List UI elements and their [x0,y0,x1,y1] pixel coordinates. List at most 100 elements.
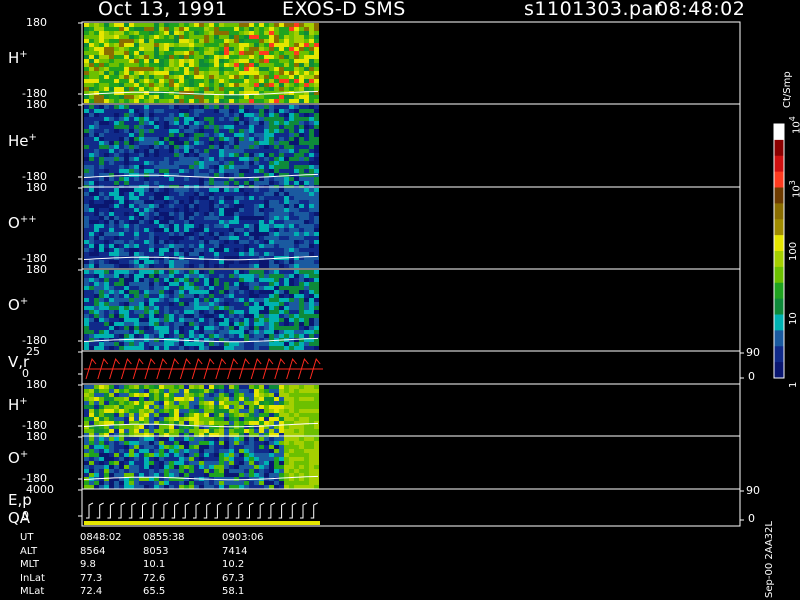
spectrogram-cell [204,43,209,47]
spectrogram-cell [94,314,99,318]
spectrogram-cell [259,286,264,290]
spectrogram-cell [169,389,174,393]
spectrogram-cell [119,105,124,109]
spectrogram-cell [314,47,319,51]
spectrogram-cell [304,47,309,51]
spectrogram-cell [89,437,94,441]
spectrogram-cell [214,63,219,67]
spectrogram-cell [99,133,104,137]
spectrogram-cell [239,39,244,43]
spectrogram-cell [84,63,89,67]
spectrogram-cell [294,220,299,224]
spectrogram-cell [194,169,199,173]
spectrogram-cell [269,270,274,274]
spectrogram-cell [89,330,94,334]
spectrogram-cell [254,473,259,477]
spectrogram-cell [124,389,129,393]
spectrogram-cell [169,330,174,334]
spectrogram-cell [84,173,89,177]
spectrogram-cell [214,157,219,161]
spectrogram-cell [204,31,209,35]
spectrogram-cell [249,204,254,208]
spectrogram-cell [209,95,214,99]
spectrogram-cell [194,188,199,192]
spectrogram-cell [189,67,194,71]
spectrogram-cell [244,47,249,51]
spectrogram-cell [279,461,284,465]
spectrogram-cell [254,397,259,401]
spectrogram-cell [299,137,304,141]
spectrogram-cell [84,145,89,149]
spectrogram-cell [179,208,184,212]
spectrogram-cell [99,318,104,322]
spectrogram-cell [229,477,234,481]
spectrogram-cell [84,137,89,141]
spectrogram-cell [119,405,124,409]
spectrogram-cell [304,429,309,433]
spectrogram-cell [244,95,249,99]
spectrogram-cell [129,401,134,405]
spectrogram-cell [244,31,249,35]
spectrogram-cell [249,248,254,252]
spectrogram-cell [234,473,239,477]
spectrogram-cell [129,318,134,322]
spectrogram-cell [159,161,164,165]
spectrogram-cell [99,270,104,274]
spectrogram-cell [119,393,124,397]
spectrogram-cell [209,232,214,236]
spectrogram-cell [224,385,229,389]
spectrogram-cell [239,59,244,63]
spectrogram-cell [169,55,174,59]
spectrogram-cell [249,125,254,129]
spectrogram-cell [299,39,304,43]
spectrogram-cell [189,461,194,465]
spectrogram-cell [239,117,244,121]
spectrogram-cell [109,188,114,192]
spectrogram-cell [84,39,89,43]
spectrogram-cell [154,220,159,224]
spectrogram-cell [144,27,149,31]
spectrogram-cell [159,405,164,409]
spectrogram-cell [244,469,249,473]
spectrogram-cell [199,441,204,445]
spectrogram-cell [154,141,159,145]
spectrogram-cell [254,59,259,63]
spectrogram-cell [159,71,164,75]
spectrogram-cell [279,157,284,161]
spectrogram-cell [164,200,169,204]
spectrogram-cell [104,409,109,413]
spectrogram-cell [124,51,129,55]
spectrogram-cell [194,413,199,417]
spectrogram-cell [89,109,94,113]
spectrogram-cell [249,220,254,224]
spectrogram-cell [124,181,129,185]
spectrogram-cell [224,161,229,165]
spectrogram-cell [314,212,319,216]
spectrogram-cell [109,75,114,79]
spectrogram-cell [99,441,104,445]
spectrogram-cell [214,264,219,268]
spectrogram-cell [269,322,274,326]
spectrogram-cell [154,67,159,71]
spectrogram-cell [209,294,214,298]
spectrogram-cell [219,79,224,83]
spectrogram-cell [194,278,199,282]
spectrogram-cell [229,39,234,43]
spectrogram-cell [229,141,234,145]
spectrogram-cell [194,342,199,346]
spectrogram-cell [154,181,159,185]
spectrogram-cell [129,67,134,71]
spectrogram-cell [124,322,129,326]
spectrogram-cell [124,113,129,117]
spectrogram-cell [124,79,129,83]
spectrogram-cell [259,113,264,117]
spectrogram-cell [139,256,144,260]
spectrogram-cell [194,133,199,137]
spectrogram-cell [124,429,129,433]
spectrogram-cell [264,413,269,417]
spectrogram-cell [154,405,159,409]
spectrogram-cell [219,405,224,409]
spectrogram-cell [314,51,319,55]
spectrogram-cell [174,481,179,485]
spectrogram-cell [159,449,164,453]
